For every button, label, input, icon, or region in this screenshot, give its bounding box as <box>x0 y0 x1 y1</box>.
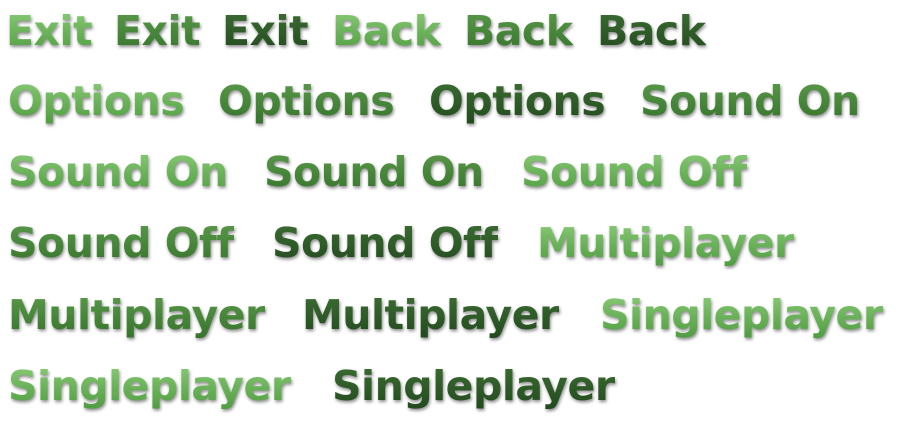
exit-button-hover[interactable]: Exit <box>114 6 201 56</box>
singleplayer-button-hover[interactable]: Singleplayer <box>8 361 291 411</box>
back-button-normal[interactable]: Back <box>332 6 441 56</box>
multiplayer-button-pressed[interactable]: Multiplayer <box>302 290 559 340</box>
singleplayer-button-normal[interactable]: Singleplayer <box>600 290 883 340</box>
multiplayer-button-hover[interactable]: Multiplayer <box>8 290 265 340</box>
multiplayer-button-normal[interactable]: Multiplayer <box>537 218 794 268</box>
exit-button-pressed[interactable]: Exit <box>222 6 309 56</box>
singleplayer-button-pressed[interactable]: Singleplayer <box>332 361 615 411</box>
options-button-hover[interactable]: Options <box>218 76 395 126</box>
sound-off-button-pressed[interactable]: Sound Off <box>272 218 498 268</box>
sound-on-button-hover[interactable]: Sound On <box>8 147 228 197</box>
sound-off-button-hover[interactable]: Sound Off <box>8 218 234 268</box>
button-sprite-sheet: Exit Exit Exit Back Back Back Options Op… <box>0 0 917 428</box>
options-button-normal[interactable]: Options <box>8 76 185 126</box>
back-button-hover[interactable]: Back <box>464 6 573 56</box>
back-button-pressed[interactable]: Back <box>597 6 706 56</box>
sound-on-button-normal[interactable]: Sound On <box>640 76 860 126</box>
sound-off-button-normal[interactable]: Sound Off <box>521 147 747 197</box>
sound-on-button-pressed[interactable]: Sound On <box>264 147 484 197</box>
exit-button-normal[interactable]: Exit <box>6 6 93 56</box>
options-button-pressed[interactable]: Options <box>429 76 606 126</box>
